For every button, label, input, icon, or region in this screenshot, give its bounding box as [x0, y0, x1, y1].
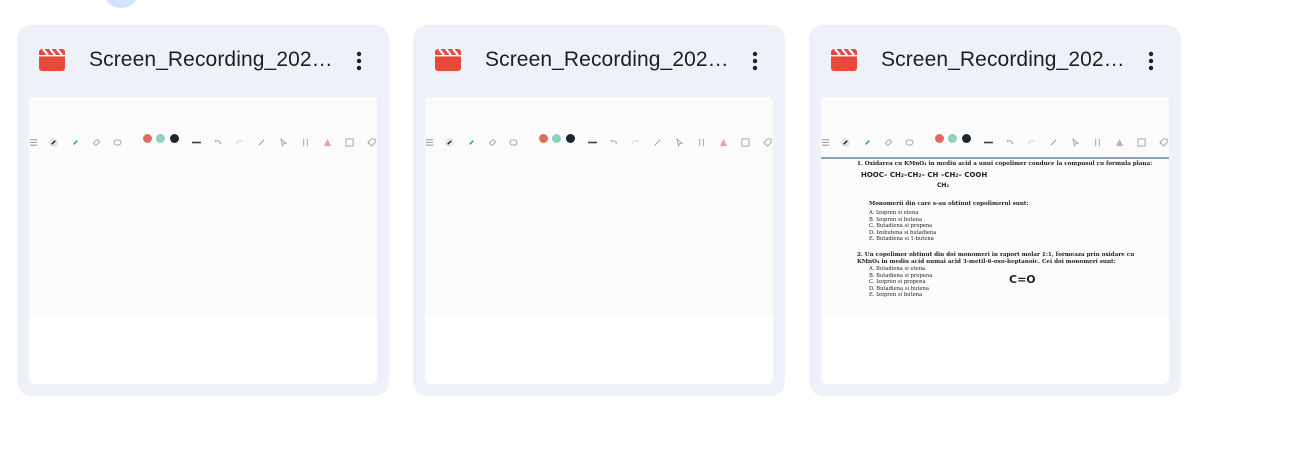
swatch-red[interactable] — [143, 134, 152, 143]
undo-icon[interactable] — [609, 134, 618, 145]
undo-icon[interactable] — [1005, 134, 1014, 145]
lasso-icon[interactable] — [113, 134, 122, 146]
tag-icon[interactable] — [367, 134, 376, 147]
menu-icon[interactable] — [425, 134, 434, 146]
handwritten-formula-sub: CH₃ — [937, 182, 950, 189]
lasso-icon[interactable] — [905, 134, 914, 146]
video-file-icon — [831, 49, 857, 71]
file-name: Screen_Recording_2025-... — [89, 48, 339, 71]
question-1-option: C. Butadiena si propena — [869, 223, 933, 230]
more-vert-icon — [752, 51, 758, 71]
cursor-icon[interactable] — [1071, 134, 1080, 148]
video-thumbnail[interactable] — [29, 97, 377, 384]
question-2-options: A. Butadiena si etena B. Butadiena si pro… — [857, 266, 1157, 299]
video-file-icon — [39, 49, 65, 71]
whiteboard-toolbar — [821, 129, 1169, 149]
stroke-width-icon[interactable] — [588, 134, 597, 144]
handwritten-formula: HOOC– CH₂–CH₂– CH –CH₂– COOH — [861, 171, 988, 179]
whiteboard-toolbar — [425, 129, 773, 149]
eraser-icon[interactable] — [884, 134, 893, 146]
undo-icon[interactable] — [213, 134, 222, 145]
pen-icon[interactable] — [445, 134, 454, 147]
stroke-width-icon[interactable] — [192, 134, 201, 144]
swatch-dark[interactable] — [170, 134, 179, 143]
swatch-red[interactable] — [935, 134, 944, 143]
handwritten-annotation: C=O — [1009, 272, 1036, 286]
shape-icon[interactable] — [1115, 134, 1124, 147]
frame-icon[interactable] — [345, 134, 354, 147]
card-header: Screen_Recording_2025-... — [809, 25, 1181, 97]
more-options-button[interactable] — [343, 45, 375, 77]
card-header: Screen_Recording_2025-... — [413, 25, 785, 97]
more-options-button[interactable] — [1135, 45, 1167, 77]
file-name: Screen_Recording_2025-... — [485, 48, 735, 71]
question-2-option: A. Butadiena si etena — [869, 265, 926, 272]
cursor-icon[interactable] — [675, 134, 684, 148]
marker-icon[interactable] — [863, 134, 872, 145]
menu-icon[interactable] — [821, 134, 830, 146]
file-card[interactable]: Screen_Recording_2025-... — [413, 25, 785, 396]
avatar-partial — [104, 0, 138, 8]
question-1-option: B. Izopren si butena — [869, 216, 923, 223]
sort-icon[interactable] — [1093, 134, 1102, 147]
stroke-width-icon[interactable] — [984, 134, 993, 144]
pen-icon[interactable] — [841, 134, 850, 147]
lasso-icon[interactable] — [509, 134, 518, 146]
pen-icon[interactable] — [49, 134, 58, 147]
redo-icon[interactable] — [1027, 134, 1036, 145]
swatch-teal[interactable] — [156, 134, 165, 143]
swatch-teal[interactable] — [948, 134, 957, 143]
eraser-icon[interactable] — [92, 134, 101, 146]
card-header: Screen_Recording_2025-... — [17, 25, 389, 97]
file-card[interactable]: Screen_Recording_2025-... — [17, 25, 389, 396]
question-1-option: D. Izobutena si butadiena — [869, 229, 937, 236]
menu-icon[interactable] — [29, 134, 38, 146]
swatch-dark[interactable] — [566, 134, 575, 143]
video-thumbnail[interactable]: 1. Oxidarea cu KMnO₄ in mediu acid a unu… — [821, 97, 1169, 384]
laser-icon[interactable] — [653, 134, 662, 146]
document-page: 1. Oxidarea cu KMnO₄ in mediu acid a unu… — [857, 161, 1157, 299]
question-1: 1. Oxidarea cu KMnO₄ in mediu acid a unu… — [857, 161, 1153, 167]
question-2-option: D. Butadiena si butena — [869, 285, 929, 292]
file-card[interactable]: Screen_Recording_2025-... 1. Oxidarea cu… — [809, 25, 1181, 396]
sort-icon[interactable] — [697, 134, 706, 147]
marker-icon[interactable] — [71, 134, 80, 145]
shape-icon[interactable] — [719, 134, 728, 147]
frame-icon[interactable] — [1137, 134, 1146, 147]
swatch-red[interactable] — [539, 134, 548, 143]
more-vert-icon — [1148, 51, 1154, 71]
video-thumbnail[interactable] — [425, 97, 773, 384]
question-1-option: A. Izopren si etena — [869, 210, 919, 216]
question-2-option: E. Izopren si butena — [869, 292, 923, 299]
tag-icon[interactable] — [763, 134, 772, 147]
shape-icon[interactable] — [323, 134, 332, 147]
cursor-icon[interactable] — [279, 134, 288, 148]
page-divider — [821, 157, 1169, 159]
laser-icon[interactable] — [257, 134, 266, 146]
frame-icon[interactable] — [741, 134, 750, 147]
redo-icon[interactable] — [235, 134, 244, 145]
marker-icon[interactable] — [467, 134, 476, 145]
question-1-option: E. Butadiena si 1-butena — [869, 236, 934, 243]
sort-icon[interactable] — [301, 134, 310, 147]
question-1-subtitle: Monomerii din care s-au obtinut copolime… — [869, 201, 1029, 207]
swatch-dark[interactable] — [962, 134, 971, 143]
video-file-icon — [435, 49, 461, 71]
laser-icon[interactable] — [1049, 134, 1058, 146]
eraser-icon[interactable] — [488, 134, 497, 146]
whiteboard-toolbar — [29, 129, 377, 149]
more-vert-icon — [356, 51, 362, 71]
tag-icon[interactable] — [1159, 134, 1168, 147]
question-2: 2. Un copolimer obtinut din doi monomeri… — [857, 251, 1135, 265]
redo-icon[interactable] — [631, 134, 640, 145]
swatch-teal[interactable] — [552, 134, 561, 143]
more-options-button[interactable] — [739, 45, 771, 77]
file-name: Screen_Recording_2025-... — [881, 48, 1131, 71]
